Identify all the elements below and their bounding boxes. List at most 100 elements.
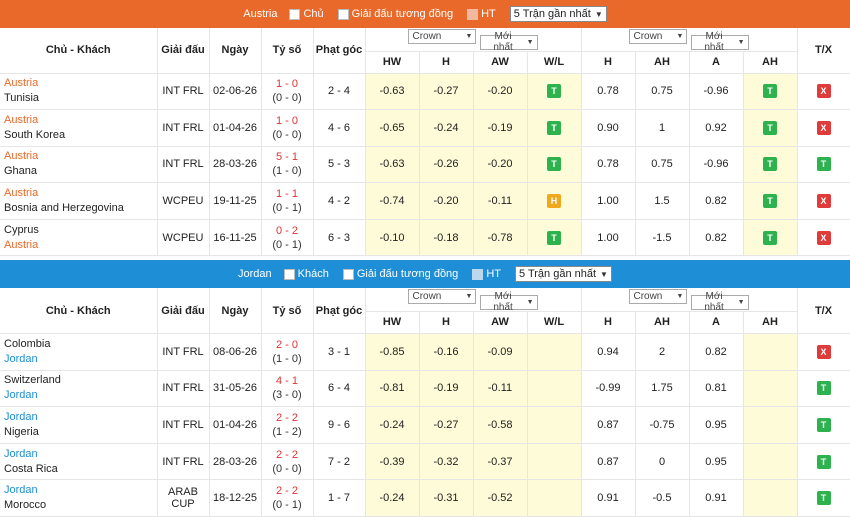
home-team-link[interactable]: Jordan <box>4 483 157 498</box>
half-time-score: (0 - 1) <box>272 238 302 251</box>
ht-filter[interactable]: HT <box>472 268 501 280</box>
teams-cell: Switzerland Jordan <box>0 370 158 408</box>
full-time-score: 2 - 2 <box>275 485 298 498</box>
hw-cell: -0.65 <box>365 109 420 147</box>
recent-matches-select[interactable]: 5 Trận gần nhất ▼ <box>509 6 607 22</box>
aw-cell: -0.20 <box>473 73 528 111</box>
home-only-filter[interactable]: Chủ <box>289 8 324 20</box>
odds1-company-select[interactable]: Crown ▼ <box>408 289 477 305</box>
table-row[interactable]: Austria Ghana INT FRL 28-03-26 5 - 1 (1 - 0) 5… <box>0 146 850 184</box>
home-only-checkbox[interactable] <box>289 8 301 20</box>
teams-cell: Jordan Nigeria <box>0 406 158 444</box>
score-cell[interactable]: 1 - 0 (0 - 0) <box>261 73 314 111</box>
home-team-link[interactable]: Austria <box>4 76 157 91</box>
chevron-down-icon: ▼ <box>676 293 684 301</box>
table-row[interactable]: Cyprus Austria WCPEU 16-11-25 0 - 2 (0 - 1) 6 … <box>0 219 850 257</box>
away-team-link[interactable]: Jordan <box>4 352 157 367</box>
away-team-link[interactable]: Austria <box>4 238 157 253</box>
odds1-company-select[interactable]: Crown ▼ <box>408 29 477 44</box>
table-row[interactable]: Austria Bosnia and Herzegovina WCPEU 19-11-… <box>0 182 850 220</box>
corners-cell: 9 - 6 <box>313 406 366 444</box>
half-time-score: (1 - 2) <box>272 425 302 438</box>
score-cell[interactable]: 4 - 1 (3 - 0) <box>261 370 314 408</box>
result-badge: X <box>816 344 831 359</box>
half-time-score: (0 - 0) <box>272 128 302 141</box>
ah-cell: 1 <box>635 109 690 147</box>
away-team-link[interactable]: Costa Rica <box>4 462 157 477</box>
table-row[interactable]: Austria Tunisia INT FRL 02-06-26 1 - 0 (0 - 0… <box>0 73 850 111</box>
corners-cell: 6 - 3 <box>313 219 366 257</box>
table-row[interactable]: Austria South Korea INT FRL 01-04-26 1 - 0 (0… <box>0 109 850 147</box>
col-teams: Chủ - Khách <box>0 28 158 74</box>
home-team-link[interactable]: Jordan <box>4 447 157 462</box>
score-cell[interactable]: 2 - 2 (0 - 0) <box>261 443 314 481</box>
same-league-filter[interactable]: Giải đấu tương đồng <box>342 268 458 280</box>
away-team-link[interactable]: South Korea <box>4 128 157 143</box>
away-team-link[interactable]: Jordan <box>4 388 157 403</box>
odds2-time-select[interactable]: Mới nhất ▼ <box>690 31 749 53</box>
chevron-down-icon: ▼ <box>465 33 473 40</box>
col-wl: W/L <box>527 311 582 334</box>
away-team-link[interactable]: Bosnia and Herzegovina <box>4 201 157 216</box>
home-team-link[interactable]: Switzerland <box>4 373 157 388</box>
table-row[interactable]: Jordan Morocco ARAB CUP 18-12-25 2 - 2 (0 - 1… <box>0 479 850 517</box>
aw-cell: -0.20 <box>473 146 528 184</box>
teams-cell: Jordan Costa Rica <box>0 443 158 481</box>
result-badge: T <box>816 454 831 469</box>
ht-checkbox[interactable] <box>467 8 479 20</box>
away-team-section: Jordan Khách Giải đấu tương đồng HT 5 Tr… <box>0 260 850 517</box>
h-cell: -0.27 <box>419 73 474 111</box>
ah-result-cell: T <box>743 146 798 184</box>
odds2-time-select[interactable]: Mới nhất ▼ <box>690 291 749 313</box>
home-team-link[interactable]: Austria <box>4 186 157 201</box>
date-cell: 19-11-25 <box>209 182 262 220</box>
table-row[interactable]: Colombia Jordan INT FRL 08-06-26 2 - 0 (1 - 0… <box>0 333 850 371</box>
score-cell[interactable]: 2 - 2 (1 - 2) <box>261 406 314 444</box>
same-league-checkbox[interactable] <box>337 8 349 20</box>
score-cell[interactable]: 5 - 1 (1 - 0) <box>261 146 314 184</box>
odds2-company-select[interactable]: Crown ▼ <box>629 29 688 44</box>
home-team-link[interactable]: Jordan <box>4 410 157 425</box>
ht-checkbox[interactable] <box>472 268 484 280</box>
score-cell[interactable]: 1 - 0 (0 - 0) <box>261 109 314 147</box>
table-row[interactable]: Switzerland Jordan INT FRL 31-05-26 4 - 1 (3 … <box>0 370 850 408</box>
away-only-filter[interactable]: Khách <box>283 268 329 280</box>
home-team-link[interactable]: Austria <box>4 113 157 128</box>
tx-cell: T <box>797 443 850 481</box>
full-time-score: 2 - 0 <box>275 338 298 351</box>
score-cell[interactable]: 2 - 2 (0 - 1) <box>261 479 314 517</box>
col-league: Giải đấu <box>157 288 210 334</box>
score-cell[interactable]: 1 - 1 (0 - 1) <box>261 182 314 220</box>
odds1-time-select[interactable]: Mới nhất ▼ <box>479 31 538 53</box>
score-cell[interactable]: 2 - 0 (1 - 0) <box>261 333 314 371</box>
full-time-score: 2 - 2 <box>275 448 298 461</box>
h-cell: -0.27 <box>419 406 474 444</box>
away-team-name: Jordan <box>238 268 272 281</box>
home-team-link[interactable]: Colombia <box>4 337 157 352</box>
recent-matches-select[interactable]: 5 Trận gần nhất ▼ <box>514 266 612 283</box>
odds1-time-select[interactable]: Mới nhất ▼ <box>479 291 538 313</box>
away-team-link[interactable]: Ghana <box>4 164 157 179</box>
ht-filter[interactable]: HT <box>467 8 496 20</box>
table-row[interactable]: Jordan Costa Rica INT FRL 28-03-26 2 - 2 (0 -… <box>0 443 850 481</box>
home-team-link[interactable]: Cyprus <box>4 223 157 238</box>
aw-cell: -0.58 <box>473 406 528 444</box>
away-team-link[interactable]: Morocco <box>4 498 157 513</box>
away-team-link[interactable]: Nigeria <box>4 425 157 440</box>
score-cell[interactable]: 0 - 2 (0 - 1) <box>261 219 314 257</box>
away-team-link[interactable]: Tunisia <box>4 91 157 106</box>
wl-cell <box>527 443 582 481</box>
away-only-checkbox[interactable] <box>283 268 295 280</box>
ah-result-cell: T <box>743 182 798 220</box>
same-league-checkbox[interactable] <box>342 268 354 280</box>
home-team-link[interactable]: Austria <box>4 149 157 164</box>
result-badge: T <box>763 194 777 209</box>
odds2-company-select[interactable]: Crown ▼ <box>629 289 688 305</box>
table-row[interactable]: Jordan Nigeria INT FRL 01-04-26 2 - 2 (1 - 2)… <box>0 406 850 444</box>
result-badge: T <box>816 491 831 506</box>
corners-cell: 4 - 6 <box>313 109 366 147</box>
col-a: A <box>689 51 744 74</box>
same-league-filter[interactable]: Giải đấu tương đồng <box>337 8 453 20</box>
league-cell: WCPEU <box>157 182 210 220</box>
aw-cell: -0.52 <box>473 479 528 517</box>
